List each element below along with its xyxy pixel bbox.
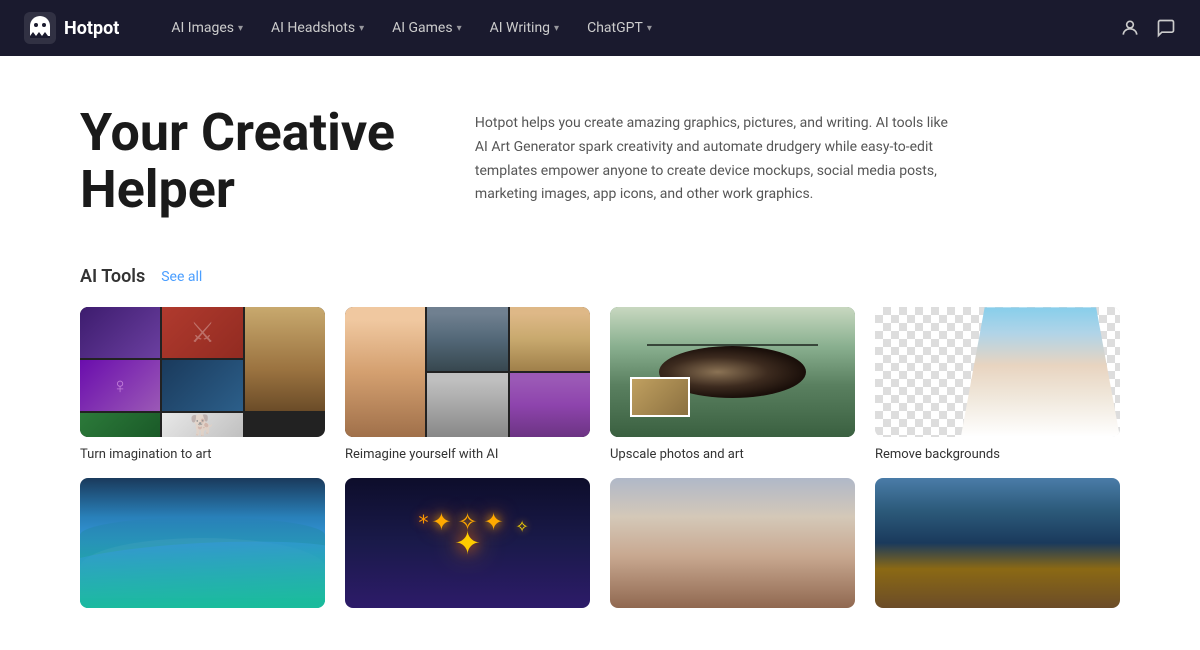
mosaic-art-grid: ⚔ ♀ 🐕 <box>80 307 325 437</box>
painting-image <box>875 478 1120 608</box>
remove-bg-image <box>875 307 1120 437</box>
tool-card-remove-bg[interactable]: Remove backgrounds <box>875 307 1120 462</box>
chevron-down-icon: ▾ <box>554 23 559 34</box>
tool-card-fireworks[interactable]: ✦ ⁎ ✧ <box>345 478 590 618</box>
nav-label-ai-headshots: AI Headshots <box>271 20 355 36</box>
tool-image-portrait <box>610 478 855 608</box>
hero-section: Your Creative Helper Hotpot helps you cr… <box>80 104 1120 218</box>
thumbnail-overlay <box>630 377 690 417</box>
person-silhouette <box>961 307 1120 437</box>
nav-label-ai-games: AI Games <box>392 20 453 36</box>
tools-header: AI Tools See all <box>80 266 1120 287</box>
brand-logo[interactable]: Hotpot <box>24 12 119 44</box>
nav-item-ai-games[interactable]: AI Games ▾ <box>380 12 474 44</box>
brand-name: Hotpot <box>64 18 119 39</box>
nav-label-ai-images: AI Images <box>171 20 234 36</box>
ai-tools-section: AI Tools See all ⚔ ♀ 🐕 Tur <box>80 266 1120 618</box>
tool-card-wave[interactable] <box>80 478 325 618</box>
upscale-image-container <box>610 307 855 437</box>
hero-title: Your Creative Helper <box>80 104 395 218</box>
nav-label-chatgpt: ChatGPT <box>587 20 643 36</box>
tool-image-wave <box>80 478 325 608</box>
tool-image-fireworks: ✦ ⁎ ✧ <box>345 478 590 608</box>
tool-image-painting <box>875 478 1120 608</box>
portrait-image <box>610 478 855 608</box>
tool-label-imagination: Turn imagination to art <box>80 447 325 462</box>
user-account-icon[interactable] <box>1120 18 1140 38</box>
tool-label-upscale: Upscale photos and art <box>610 447 855 462</box>
hero-title-line1: Your Creative <box>80 102 395 163</box>
eye-image <box>610 307 855 437</box>
tool-image-reimagine <box>345 307 590 437</box>
tool-card-imagination[interactable]: ⚔ ♀ 🐕 Turn imagination to art <box>80 307 325 462</box>
chevron-down-icon: ▾ <box>238 23 243 34</box>
wave-image <box>80 478 325 608</box>
tools-heading: AI Tools <box>80 266 145 287</box>
hero-description-block: Hotpot helps you create amazing graphics… <box>475 104 1120 207</box>
see-all-link[interactable]: See all <box>161 269 202 285</box>
nav-item-ai-headshots[interactable]: AI Headshots ▾ <box>259 12 376 44</box>
hero-title-line2: Helper <box>80 159 235 220</box>
nav-links: AI Images ▾ AI Headshots ▾ AI Games ▾ AI… <box>159 12 1112 44</box>
mosaic-faces-grid <box>345 307 590 437</box>
chevron-down-icon: ▾ <box>647 23 652 34</box>
nav-item-chatgpt[interactable]: ChatGPT ▾ <box>575 12 664 44</box>
nav-label-ai-writing: AI Writing <box>490 20 550 36</box>
tool-label-reimagine: Reimagine yourself with AI <box>345 447 590 462</box>
tool-card-painting[interactable] <box>875 478 1120 618</box>
nav-item-ai-writing[interactable]: AI Writing ▾ <box>478 12 571 44</box>
tool-image-imagination: ⚔ ♀ 🐕 <box>80 307 325 437</box>
hero-description: Hotpot helps you create amazing graphics… <box>475 112 955 207</box>
chevron-down-icon: ▾ <box>359 23 364 34</box>
hotpot-logo-icon <box>24 12 56 44</box>
tool-label-remove-bg: Remove backgrounds <box>875 447 1120 462</box>
messages-icon[interactable] <box>1156 18 1176 38</box>
main-content: Your Creative Helper Hotpot helps you cr… <box>0 56 1200 650</box>
tools-grid-row2: ✦ ⁎ ✧ <box>80 478 1120 618</box>
fireworks-image: ✦ ⁎ ✧ <box>345 478 590 608</box>
nav-icon-group <box>1120 18 1176 38</box>
tool-card-upscale[interactable]: Upscale photos and art <box>610 307 855 462</box>
navigation: Hotpot AI Images ▾ AI Headshots ▾ AI Gam… <box>0 0 1200 56</box>
tool-image-remove-bg <box>875 307 1120 437</box>
nav-item-ai-images[interactable]: AI Images ▾ <box>159 12 255 44</box>
tool-card-portrait[interactable] <box>610 478 855 618</box>
hero-title-block: Your Creative Helper <box>80 104 395 218</box>
tool-image-upscale <box>610 307 855 437</box>
tools-grid-row1: ⚔ ♀ 🐕 Turn imagination to art <box>80 307 1120 462</box>
chevron-down-icon: ▾ <box>457 23 462 34</box>
tool-card-reimagine[interactable]: Reimagine yourself with AI <box>345 307 590 462</box>
